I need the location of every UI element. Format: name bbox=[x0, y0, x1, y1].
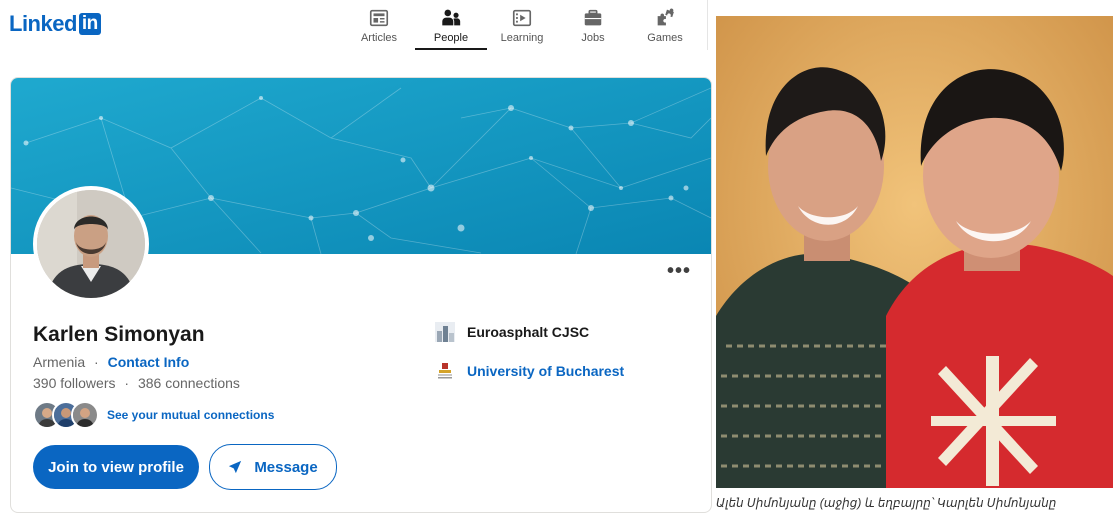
news-photo bbox=[716, 16, 1113, 488]
nav-label: Games bbox=[647, 32, 683, 44]
nav-label: Articles bbox=[360, 32, 398, 44]
send-icon bbox=[229, 460, 242, 474]
two-men-photo bbox=[716, 16, 1113, 488]
location-text: Armenia bbox=[33, 354, 86, 370]
followers-count: 390 followers bbox=[33, 375, 116, 391]
nav-people[interactable]: People bbox=[415, 4, 487, 50]
nav-learning[interactable]: Learning bbox=[486, 4, 558, 50]
nav-label: Learning bbox=[500, 32, 544, 44]
top-navigation-bar: Linked in Articles People Learning Jobs … bbox=[0, 0, 710, 50]
contact-info-link[interactable]: Contact Info bbox=[108, 354, 190, 370]
message-button-label: Message bbox=[254, 458, 318, 476]
logo-badge: in bbox=[78, 13, 101, 35]
people-icon bbox=[442, 9, 461, 26]
separator: · bbox=[124, 375, 130, 391]
briefcase-icon bbox=[584, 9, 602, 26]
linkedin-logo[interactable]: Linked in bbox=[9, 11, 101, 36]
mutual-connections[interactable]: See your mutual connections bbox=[33, 401, 274, 429]
profile-avatar[interactable] bbox=[33, 186, 149, 302]
nav-label: Jobs bbox=[581, 32, 605, 44]
avatar-photo bbox=[37, 190, 145, 298]
nav-jobs[interactable]: Jobs bbox=[557, 4, 629, 50]
message-button[interactable]: Message bbox=[209, 444, 337, 490]
profile-stats: 390 followers · 386 connections bbox=[33, 375, 240, 391]
articles-icon bbox=[369, 9, 389, 27]
learning-icon bbox=[512, 9, 532, 27]
logo-wordmark: Linked bbox=[9, 11, 77, 36]
mutual-connections-link[interactable]: See your mutual connections bbox=[107, 408, 274, 422]
profile-card: ••• Karlen Simonyan Armenia · Contact In… bbox=[10, 77, 712, 513]
company-name: Euroasphalt CJSC bbox=[467, 324, 590, 340]
nav-label: People bbox=[433, 32, 469, 44]
nav-games[interactable]: Games bbox=[629, 4, 701, 50]
photo-caption: Ալեն Սիմոնյանը (աջից) և եղբայրը՝ Կարլեն … bbox=[716, 496, 1057, 510]
separator: · bbox=[94, 354, 99, 370]
join-to-view-profile-button[interactable]: Join to view profile bbox=[33, 445, 199, 489]
puzzle-icon bbox=[657, 8, 674, 26]
university-logo-icon bbox=[435, 361, 455, 381]
profile-location-line: Armenia · Contact Info bbox=[33, 354, 189, 370]
more-options-button[interactable]: ••• bbox=[667, 261, 691, 281]
experience-item-company[interactable]: Euroasphalt CJSC bbox=[435, 322, 589, 342]
divider bbox=[707, 0, 708, 50]
education-item-university[interactable]: University of Bucharest bbox=[435, 361, 624, 381]
mutual-avatar bbox=[71, 401, 99, 429]
connections-count: 386 connections bbox=[137, 375, 240, 391]
profile-name: Karlen Simonyan bbox=[33, 323, 205, 346]
university-name: University of Bucharest bbox=[467, 363, 625, 379]
nav-articles[interactable]: Articles bbox=[343, 4, 415, 50]
company-logo-icon bbox=[435, 322, 455, 342]
